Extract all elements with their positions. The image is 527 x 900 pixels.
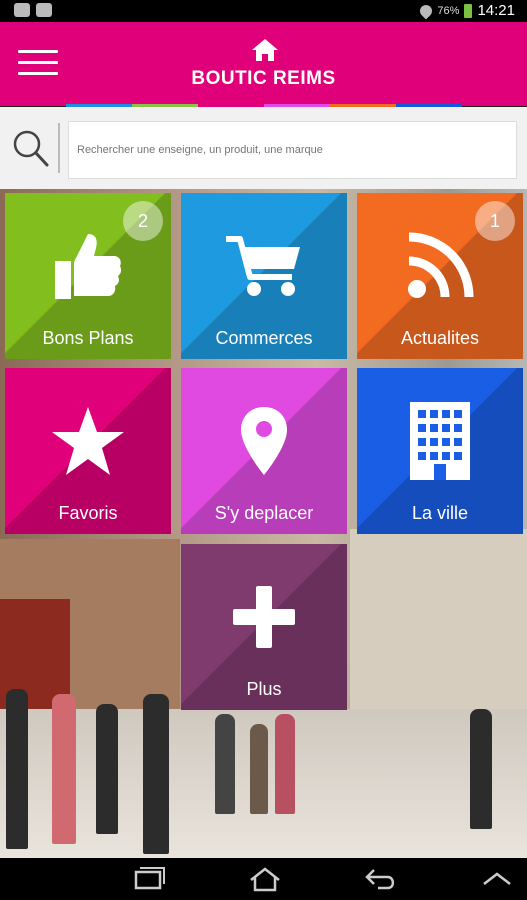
search-divider [58,123,60,173]
system-nav-bar [0,858,527,900]
map-pin-icon [241,407,287,476]
tile-label: La ville [411,503,469,523]
pedestrian [215,714,235,814]
app-title: BOUTIC REIMS [191,68,336,89]
wifi-icon [417,2,435,19]
status-right: 76% 14:21 [417,2,515,19]
shopping-cart-icon [226,236,300,297]
rss-icon [408,232,474,299]
plus-icon [233,586,295,649]
pedestrian [250,724,268,814]
building-icon [410,402,470,481]
battery-icon [464,3,473,18]
thumbs-up-icon [55,234,122,300]
menu-icon-line [18,61,58,64]
app-header: BOUTIC REIMS [0,22,527,106]
message-icon [14,3,30,17]
home-icon[interactable] [251,38,279,62]
tile-label: Favoris [58,503,118,523]
tile-label: Plus [246,679,282,699]
chevron-up-icon[interactable] [480,866,514,892]
tile-badge: 1 [475,201,515,241]
back-icon[interactable] [364,866,398,892]
pedestrian [143,694,169,854]
status-bar: 76% 14:21 [0,0,527,22]
tile-bons-plans[interactable]: 2 Bons Plans [5,193,171,359]
search-icon[interactable] [12,129,50,169]
clock: 14:21 [477,2,515,19]
search-input[interactable] [68,121,517,179]
tile-label: S'y deplacer [214,503,314,523]
pedestrian [6,689,28,849]
tile-commerces[interactable]: Commerces [181,193,347,359]
building-facade [350,529,527,729]
tile-label: Bons Plans [42,328,134,348]
tile-label: Commerces [215,328,313,348]
home-nav-icon[interactable] [248,866,282,892]
pedestrian [52,694,76,844]
menu-icon [18,50,58,53]
battery-percent: 76% [437,4,460,17]
pedestrian [96,704,118,834]
tile-actualites[interactable]: 1 Actualites [357,193,523,359]
tile-label: Actualites [400,328,480,348]
tile-sy-deplacer[interactable]: S'y deplacer [181,368,347,534]
tile-badge: 2 [123,201,163,241]
pedestrian [275,714,295,814]
chat-icon [36,3,52,17]
tile-favoris[interactable]: Favoris [5,368,171,534]
tile-la-ville[interactable]: La ville [357,368,523,534]
star-icon [52,407,124,476]
recent-apps-icon[interactable] [132,866,166,892]
pedestrian [470,709,492,829]
notification-icons [14,3,52,17]
tile-plus[interactable]: Plus [181,544,347,710]
search-bar [0,107,527,189]
